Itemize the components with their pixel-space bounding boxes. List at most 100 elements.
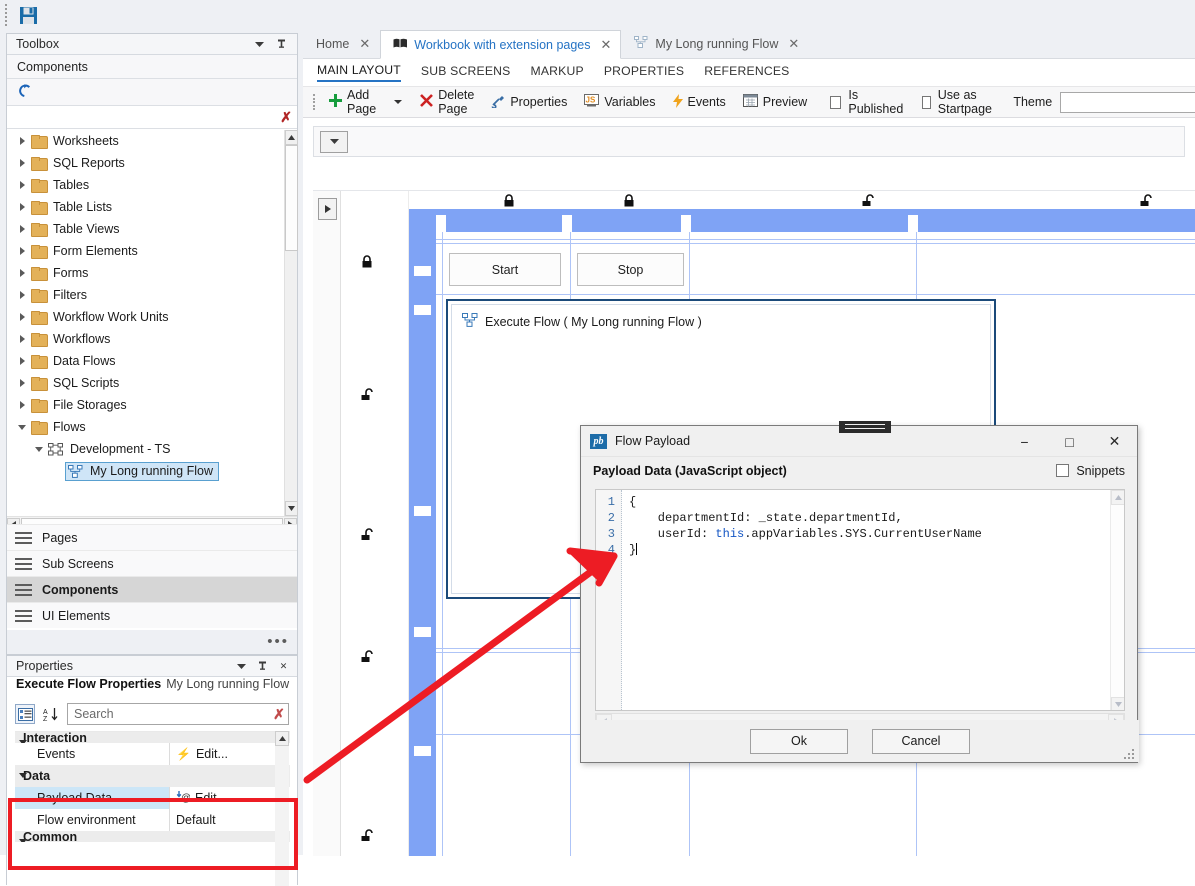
tree-vertical-scrollbar[interactable] [284, 130, 297, 516]
refresh-icon[interactable] [17, 83, 32, 101]
row-selection-bar[interactable] [409, 209, 436, 856]
minimize-icon[interactable]: − [1002, 426, 1047, 457]
lock-open-icon[interactable] [360, 388, 374, 401]
ellipsis-icon[interactable]: ••• [7, 630, 297, 654]
chevron-right-icon[interactable] [20, 159, 25, 167]
ribbon-tab-main-layout[interactable]: MAIN LAYOUT [317, 63, 401, 82]
use-as-startpage-checkbox[interactable]: Use as Startpage [919, 89, 999, 115]
sort-alpha-icon[interactable]: A Z [41, 704, 61, 724]
delete-page-button[interactable]: Delete Page [417, 89, 477, 115]
chevron-right-icon[interactable] [20, 203, 25, 211]
tree-item-filters[interactable]: Filters [7, 284, 297, 306]
red-x-icon[interactable]: ✗ [270, 706, 288, 723]
is-published-checkbox[interactable]: Is Published [827, 89, 908, 115]
ribbon-tab-row[interactable]: MAIN LAYOUTSUB SCREENSMARKUPPROPERTIESRE… [303, 59, 1195, 86]
resize-handle[interactable] [681, 215, 691, 232]
add-page-button[interactable]: Add Page [326, 89, 379, 115]
pin-icon[interactable] [274, 37, 289, 52]
lock-open-icon[interactable] [861, 194, 875, 207]
chevron-right-icon[interactable] [20, 291, 25, 299]
start-button[interactable]: Start [449, 253, 561, 286]
code-editor[interactable]: 1234 { departmentId: _state.departmentId… [595, 489, 1125, 711]
toolbox-category-ui-elements[interactable]: UI Elements [7, 602, 297, 628]
toolbox-filter-bar[interactable]: ✗ [7, 106, 297, 129]
close-icon[interactable]: ✕ [788, 36, 799, 52]
scroll-down-icon[interactable] [1111, 697, 1125, 711]
toolbox-category-pages[interactable]: Pages [7, 524, 297, 550]
property-grid[interactable]: InteractionEvents⚡Edit...DataPayload Dat… [15, 731, 290, 886]
lock-open-icon[interactable] [1139, 194, 1153, 207]
toolbox-category-components[interactable]: Components [7, 576, 297, 602]
close-icon[interactable]: ✕ [601, 37, 612, 53]
property-value[interactable]: @Edit... [170, 787, 290, 809]
lock-open-icon[interactable] [360, 829, 374, 842]
add-page-dropdown-button[interactable] [390, 89, 406, 115]
column-selection-bar[interactable] [409, 209, 1195, 232]
chevron-down-icon[interactable] [234, 659, 249, 674]
snippets-checkbox[interactable]: Snippets [1056, 464, 1125, 478]
tree-item-workflow-work-units[interactable]: Workflow Work Units [7, 306, 297, 328]
chevron-right-icon[interactable] [20, 313, 25, 321]
resize-grip-icon[interactable] [1123, 748, 1135, 760]
save-button[interactable] [15, 2, 41, 28]
chevron-right-icon[interactable] [20, 401, 25, 409]
dialog-titlebar[interactable]: pb Flow Payload − □ ✕ [581, 426, 1137, 457]
tree-item-workflows[interactable]: Workflows [7, 328, 297, 350]
close-icon[interactable]: ✕ [359, 36, 370, 52]
property-row-payload-data[interactable]: Payload Data@Edit... [15, 787, 290, 809]
chevron-right-icon[interactable] [20, 269, 25, 277]
resize-handle[interactable] [414, 266, 431, 276]
resize-handle[interactable] [414, 627, 431, 637]
properties-search[interactable]: ✗ [67, 703, 289, 725]
categorized-view-icon[interactable] [15, 704, 35, 724]
ribbon-tab-sub-screens[interactable]: SUB SCREENS [421, 64, 511, 81]
scroll-up-icon[interactable] [285, 130, 298, 145]
chevron-down-icon[interactable] [19, 773, 27, 778]
tree-item-sql-reports[interactable]: SQL Reports [7, 152, 297, 174]
resize-handle[interactable] [562, 215, 572, 232]
maximize-icon[interactable]: □ [1047, 426, 1092, 457]
play-right-icon[interactable] [318, 198, 337, 220]
preview-button[interactable]: Preview [740, 89, 810, 115]
selected-tree-item[interactable]: My Long running Flow [65, 462, 219, 481]
property-value[interactable]: ⚡Edit... [170, 743, 290, 765]
events-button[interactable]: Events [670, 89, 729, 115]
designer-dropdown-button[interactable] [320, 131, 348, 153]
chevron-right-icon[interactable] [20, 137, 25, 145]
resize-handle[interactable] [908, 215, 918, 232]
chevron-down-icon[interactable] [18, 425, 26, 430]
property-group-interaction[interactable]: Interaction [15, 732, 290, 743]
tree-item-data-flows[interactable]: Data Flows [7, 350, 297, 372]
chevron-right-icon[interactable] [20, 379, 25, 387]
tab-my-long-running-flow[interactable]: My Long running Flow✕ [621, 29, 809, 58]
tree-item-flows[interactable]: Flows [7, 416, 297, 438]
red-x-icon[interactable]: ✗ [280, 109, 292, 126]
tree-item-worksheets[interactable]: Worksheets [7, 130, 297, 152]
chevron-right-icon[interactable] [20, 335, 25, 343]
tree-item-form-elements[interactable]: Form Elements [7, 240, 297, 262]
lock-closed-icon[interactable] [622, 194, 636, 207]
toolbox-category-sub-screens[interactable]: Sub Screens [7, 550, 297, 576]
chevron-right-icon[interactable] [20, 247, 25, 255]
ribbon-tab-markup[interactable]: MARKUP [531, 64, 584, 81]
property-row-flow-environment[interactable]: Flow environmentDefault [15, 809, 290, 831]
property-group-common[interactable]: Common [15, 831, 290, 842]
property-group-data[interactable]: Data [15, 765, 290, 787]
tree-item-tables[interactable]: Tables [7, 174, 297, 196]
chevron-right-icon[interactable] [20, 181, 25, 189]
tab-workbook-with-extension-pages[interactable]: Workbook with extension pages✕ [380, 30, 621, 59]
tree-scroll-thumb[interactable] [285, 145, 298, 251]
scroll-up-icon[interactable] [1111, 490, 1125, 505]
page-properties-button[interactable]: Properties [488, 89, 570, 115]
ribbon-tab-properties[interactable]: PROPERTIES [604, 64, 684, 81]
scroll-down-icon[interactable] [285, 501, 298, 516]
theme-input[interactable] [1060, 92, 1195, 113]
close-icon[interactable]: ✕ [276, 659, 291, 674]
chevron-down-icon[interactable] [19, 839, 27, 842]
pin-icon[interactable] [255, 659, 270, 674]
tree-item-table-lists[interactable]: Table Lists [7, 196, 297, 218]
drag-handle-icon[interactable] [839, 421, 891, 433]
cancel-button[interactable]: Cancel [872, 729, 970, 754]
chevron-down-icon[interactable] [252, 37, 267, 52]
ok-button[interactable]: Ok [750, 729, 848, 754]
